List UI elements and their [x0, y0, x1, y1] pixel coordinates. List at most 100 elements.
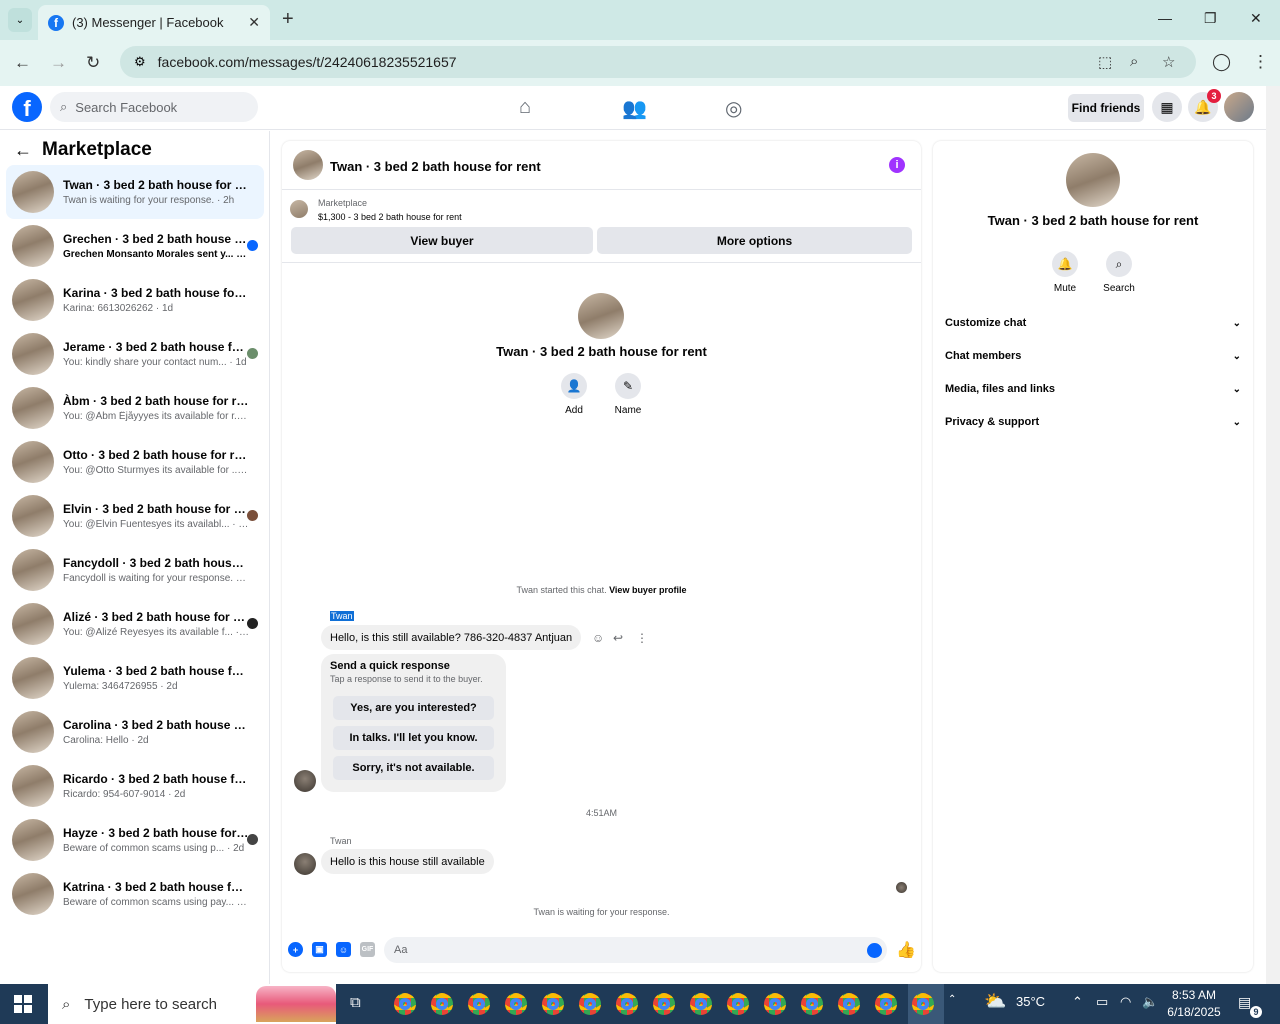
message-input[interactable]: Aa	[384, 937, 887, 963]
menu-dots-icon[interactable]: ⋮	[1252, 52, 1269, 72]
weather-icon[interactable]: ⛅	[984, 991, 1006, 1012]
conversation-item[interactable]: Otto · 3 bed 2 bath house for rent You: @…	[6, 435, 264, 489]
chrome-taskbar-icon[interactable]	[875, 993, 897, 1015]
temperature[interactable]: 35°C	[1016, 994, 1045, 1009]
tray-scroll-icon[interactable]: ⌃	[948, 994, 956, 1005]
chrome-taskbar-icon[interactable]	[838, 993, 860, 1015]
quick-response-option[interactable]: In talks. I'll let you know.	[333, 726, 494, 750]
reply-icon[interactable]: ↩	[613, 631, 623, 645]
address-bar[interactable]: ⚙ facebook.com/messages/t/24240618235521…	[120, 46, 1196, 78]
message-bubble[interactable]: Hello is this house still available	[321, 849, 494, 874]
message-bubble[interactable]: Hello, is this still available? 786-320-…	[321, 625, 582, 650]
conversation-item[interactable]: Alizé · 3 bed 2 bath house for rent You: …	[6, 597, 264, 651]
chrome-taskbar-icon[interactable]	[690, 993, 712, 1015]
react-emoji-icon[interactable]: ☺	[592, 631, 604, 645]
bookmark-star-icon[interactable]: ☆	[1162, 53, 1175, 71]
browser-tab[interactable]: f (3) Messenger | Facebook ✕	[38, 5, 270, 40]
emoji-icon[interactable]	[867, 943, 882, 958]
profile-icon[interactable]: ◯	[1212, 52, 1231, 72]
new-tab-icon[interactable]: +	[282, 8, 294, 31]
notification-center-icon[interactable]: ▤	[1238, 994, 1251, 1011]
conversation-item[interactable]: Fancydoll · 3 bed 2 bath house for ... Fa…	[6, 543, 264, 597]
quick-response-option[interactable]: Yes, are you interested?	[333, 696, 494, 720]
tab-search-dropdown-icon[interactable]: ⌄	[8, 8, 32, 32]
mute-action[interactable]: 🔔 Mute	[1040, 251, 1090, 294]
conversation-item[interactable]: Grechen · 3 bed 2 bath house for... Grech…	[6, 219, 264, 273]
reload-icon[interactable]: ↻	[86, 53, 100, 73]
photo-icon[interactable]: ▣	[312, 942, 327, 957]
listing-thumbnail[interactable]	[290, 200, 308, 218]
account-avatar[interactable]	[1224, 92, 1254, 122]
conversation-item[interactable]: Yulema · 3 bed 2 bath house for rent Yule…	[6, 651, 264, 705]
chrome-taskbar-icon[interactable]	[542, 993, 564, 1015]
groups-icon[interactable]: ◎	[725, 96, 742, 121]
windows-start-icon[interactable]	[14, 995, 32, 1013]
chrome-taskbar-icon[interactable]	[579, 993, 601, 1015]
plus-icon[interactable]: +	[288, 942, 303, 957]
zoom-icon[interactable]: ⌕	[1130, 53, 1138, 70]
section-privacy-support[interactable]: Privacy & support ⌄	[945, 412, 1241, 432]
section-media-files-links[interactable]: Media, files and links ⌄	[945, 379, 1241, 399]
volume-icon[interactable]: 🔈	[1142, 994, 1158, 1010]
name-chat-action[interactable]: ✎ Name	[606, 373, 650, 416]
device-icon[interactable]: ▭	[1096, 994, 1108, 1010]
task-view-icon[interactable]: ⧉	[350, 994, 370, 1014]
conversation-item[interactable]: Elvin · 3 bed 2 bath house for rent You: …	[6, 489, 264, 543]
sender-avatar[interactable]	[294, 853, 316, 875]
chat-avatar[interactable]	[293, 150, 323, 180]
home-icon[interactable]: ⌂	[519, 96, 531, 119]
chrome-taskbar-icon[interactable]	[912, 993, 934, 1015]
conversation-item[interactable]: Hayze · 3 bed 2 bath house for r... Bewar…	[6, 813, 264, 867]
install-app-icon[interactable]: ⬚	[1098, 53, 1112, 71]
find-friends-button[interactable]: Find friends	[1068, 94, 1144, 122]
chrome-taskbar-icon[interactable]	[505, 993, 527, 1015]
conversation-item[interactable]: Katrina · 3 bed 2 bath house for rent Bew…	[6, 867, 264, 921]
chrome-taskbar-icon[interactable]	[394, 993, 416, 1015]
conversation-item[interactable]: Carolina · 3 bed 2 bath house for r... Ca…	[6, 705, 264, 759]
view-buyer-button[interactable]: View buyer	[291, 227, 593, 254]
conversation-item[interactable]: Jerame · 3 bed 2 bath house for ... You: …	[6, 327, 264, 381]
friends-icon[interactable]: 👥	[622, 96, 647, 121]
chrome-taskbar-icon[interactable]	[727, 993, 749, 1015]
search-action[interactable]: ⌕ Search	[1094, 251, 1144, 294]
view-buyer-profile-link[interactable]: View buyer profile	[609, 585, 686, 595]
like-thumb-icon[interactable]: 👍	[896, 940, 916, 960]
search-facebook-input[interactable]: ⌕ Search Facebook	[50, 92, 258, 122]
close-window-icon[interactable]: ✕	[1250, 10, 1262, 27]
section-customize-chat[interactable]: Customize chat ⌄	[945, 313, 1241, 333]
back-icon[interactable]: ←	[14, 53, 31, 73]
sender-avatar[interactable]	[294, 770, 316, 792]
listing-title[interactable]: $1,300 - 3 bed 2 bath house for rent	[318, 212, 462, 222]
info-icon[interactable]: i	[889, 157, 905, 173]
chrome-taskbar-icon[interactable]	[801, 993, 823, 1015]
conversation-item[interactable]: Karina · 3 bed 2 bath house for rent Kari…	[6, 273, 264, 327]
show-hidden-icons[interactable]: ⌃	[1072, 994, 1083, 1010]
section-chat-members[interactable]: Chat members ⌄	[945, 346, 1241, 366]
gif-icon[interactable]: GIF	[360, 942, 375, 957]
chat-title[interactable]: Twan · 3 bed 2 bath house for rent	[330, 159, 541, 174]
system-clock[interactable]: 8:53 AM 6/18/2025	[1162, 987, 1226, 1021]
restore-icon[interactable]: ❐	[1204, 10, 1217, 27]
quick-response-option[interactable]: Sorry, it's not available.	[333, 756, 494, 780]
conversation-item[interactable]: Àbm · 3 bed 2 bath house for rent You: @À…	[6, 381, 264, 435]
sticker-icon[interactable]: ☺	[336, 942, 351, 957]
chrome-taskbar-icon[interactable]	[616, 993, 638, 1015]
close-tab-icon[interactable]: ✕	[248, 14, 260, 31]
wifi-icon[interactable]: ◠	[1120, 994, 1131, 1010]
chrome-taskbar-icon[interactable]	[764, 993, 786, 1015]
page-scrollbar[interactable]	[1266, 86, 1280, 984]
chrome-taskbar-icon[interactable]	[653, 993, 675, 1015]
conversation-item[interactable]: Twan · 3 bed 2 bath house for rent Twan i…	[6, 165, 264, 219]
menu-grid-icon[interactable]: ▦	[1152, 92, 1182, 122]
chrome-taskbar-icon[interactable]	[431, 993, 453, 1015]
chrome-taskbar-icon[interactable]	[468, 993, 490, 1015]
forward-icon[interactable]: →	[50, 53, 67, 73]
site-info-icon[interactable]: ⚙	[134, 54, 146, 70]
back-arrow-icon[interactable]: ←	[14, 140, 32, 161]
more-options-button[interactable]: More options	[597, 227, 912, 254]
minimize-icon[interactable]: —	[1158, 10, 1172, 26]
message-more-icon[interactable]: ⋮	[636, 631, 648, 645]
conversation-item[interactable]: Ricardo · 3 bed 2 bath house for re... Ri…	[6, 759, 264, 813]
add-people-action[interactable]: 👤 Add	[552, 373, 596, 416]
facebook-logo-icon[interactable]: f	[12, 92, 42, 122]
